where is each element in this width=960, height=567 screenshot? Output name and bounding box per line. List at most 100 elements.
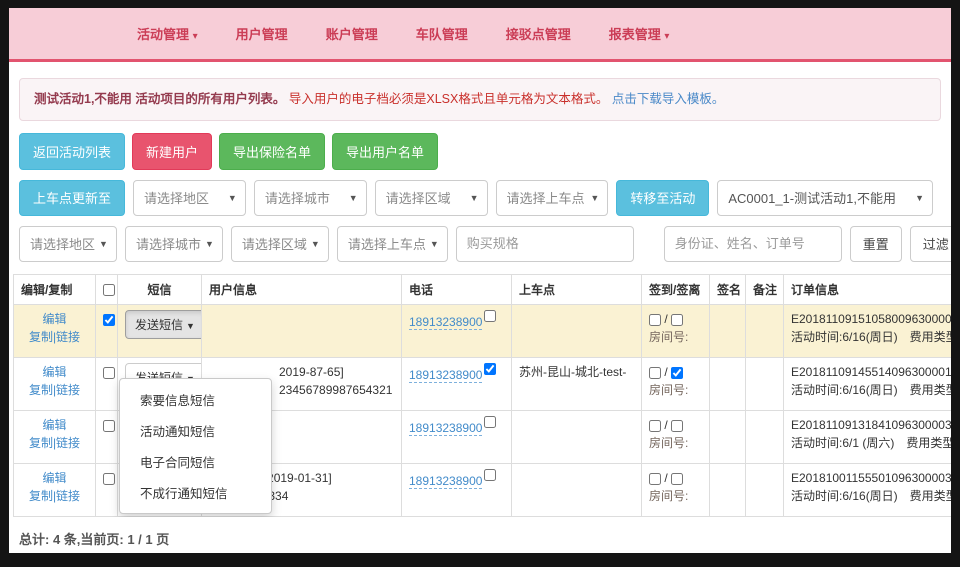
city-select-2[interactable]: 请选择城市▼ [125, 226, 223, 262]
phone-checkbox[interactable] [484, 363, 496, 375]
sms-menu-item-cancel-notice[interactable]: 不成行通知短信 [120, 477, 271, 508]
checkout-checkbox[interactable] [671, 314, 683, 326]
select-all-checkbox[interactable] [103, 284, 115, 296]
chevron-down-icon: ▾ [193, 31, 198, 42]
row-checkbox[interactable] [103, 367, 115, 379]
checkin-checkbox[interactable] [649, 420, 661, 432]
edit-link[interactable]: 编辑 [42, 312, 66, 326]
remark-cell [746, 304, 784, 357]
room-number-label: 房间号: [649, 489, 688, 503]
select-value: 请选择上车点 [348, 234, 426, 253]
phone-link[interactable]: 18913238900 [409, 474, 482, 489]
pickup-select[interactable]: 请选择上车点▼ [496, 180, 609, 216]
nav-item-shuttle-point-mgmt[interactable]: 接驳点管理 [506, 24, 571, 43]
nav-item-report-mgmt[interactable]: 报表管理 ▾ [609, 24, 670, 43]
select-value: 请选择区域 [386, 188, 451, 207]
copy-link[interactable]: 复制|链接 [29, 330, 80, 344]
phone-link[interactable]: 18913238900 [409, 368, 482, 383]
edit-link[interactable]: 编辑 [42, 365, 66, 379]
nav-label: 账户管理 [326, 27, 378, 42]
back-to-activities-button[interactable]: 返回活动列表 [19, 133, 125, 170]
phone-checkbox[interactable] [484, 469, 496, 481]
district-select[interactable]: 请选择区域▼ [375, 180, 488, 216]
col-order-info: 订单信息 [784, 274, 952, 304]
phone-link[interactable]: 18913238900 [409, 421, 482, 436]
copy-link[interactable]: 复制|链接 [29, 489, 80, 503]
signature-cell [710, 463, 746, 516]
checkin-checkbox[interactable] [649, 367, 661, 379]
region-select[interactable]: 请选择地区 ▼ [133, 180, 246, 216]
col-select-all [96, 274, 118, 304]
checkout-checkbox[interactable] [671, 420, 683, 432]
top-navbar: 活动管理 ▾ 用户管理 账户管理 车队管理 接驳点管理 报表管理 ▾ [9, 8, 951, 62]
phone-checkbox[interactable] [484, 416, 496, 428]
checkin-checkbox[interactable] [649, 314, 661, 326]
row-checkbox[interactable] [103, 420, 115, 432]
edit-link[interactable]: 编辑 [42, 418, 66, 432]
checkout-checkbox[interactable] [671, 473, 683, 485]
chevron-down-icon: ▼ [186, 321, 195, 331]
order-detail: 活动时间:6/16(周日) 费用类型 [791, 328, 951, 347]
phone-link[interactable]: 18913238900 [409, 315, 482, 330]
nav-item-fleet-mgmt[interactable]: 车队管理 [416, 24, 468, 43]
chevron-down-icon: ▼ [228, 193, 237, 203]
sms-menu-item-e-contract[interactable]: 电子合同短信 [120, 446, 271, 477]
sms-menu-item-request-info[interactable]: 索要信息短信 [120, 384, 271, 415]
chevron-down-icon: ▼ [99, 239, 108, 249]
chevron-down-icon: ▾ [664, 31, 669, 42]
select-value: 请选择上车点 [507, 188, 585, 207]
edit-link[interactable]: 编辑 [42, 471, 66, 485]
checkout-checkbox[interactable] [671, 367, 683, 379]
nav-item-activity-mgmt[interactable]: 活动管理 ▾ [137, 24, 198, 43]
export-users-button[interactable]: 导出用户名单 [332, 133, 438, 170]
search-input[interactable] [664, 226, 842, 262]
transfer-activity-button[interactable]: 转移至活动 [616, 180, 709, 216]
copy-link[interactable]: 复制|链接 [29, 383, 80, 397]
row-checkbox[interactable] [103, 473, 115, 485]
pagination-summary: 总计: 4 条,当前页: 1 / 1 页 [19, 529, 951, 548]
nav-item-account-mgmt[interactable]: 账户管理 [326, 24, 378, 43]
col-pickup: 上车点 [512, 274, 642, 304]
order-number: E20181001155501096300003 [791, 469, 951, 488]
export-insurance-button[interactable]: 导出保险名单 [219, 133, 325, 170]
row-checkbox[interactable] [103, 314, 115, 326]
chevron-down-icon: ▼ [349, 193, 358, 203]
app-page: 活动管理 ▾ 用户管理 账户管理 车队管理 接驳点管理 报表管理 ▾ 测试活动1… [9, 8, 951, 553]
checkin-checkbox[interactable] [649, 473, 661, 485]
remark-cell [746, 463, 784, 516]
reset-button[interactable]: 重置 [850, 226, 902, 262]
select-value: 请选择地区 [144, 188, 209, 207]
alert-activity-title: 测试活动1,不能用 活动项目的所有用户列表。 [34, 92, 285, 106]
select-value: 请选择城市 [265, 188, 330, 207]
download-template-link[interactable]: 点击下载导入模板。 [612, 92, 725, 106]
district-select-2[interactable]: 请选择区域▼ [231, 226, 329, 262]
target-activity-select[interactable]: AC0001_1-测试活动1,不能用▼ [717, 180, 933, 216]
copy-link[interactable]: 复制|链接 [29, 436, 80, 450]
spec-input[interactable] [456, 226, 634, 262]
pickup-select-2[interactable]: 请选择上车点▼ [337, 226, 448, 262]
city-select[interactable]: 请选择城市 ▼ [254, 180, 367, 216]
region-select-2[interactable]: 请选择地区▼ [19, 226, 117, 262]
sms-button-label: 发送短信 [135, 318, 183, 332]
update-pickup-button[interactable]: 上车点更新至 [19, 180, 125, 216]
room-number-label: 房间号: [649, 383, 688, 397]
search-filter-row: 请选择地区▼ 请选择城市▼ 请选择区域▼ 请选择上车点▼ 重置 过滤 [19, 226, 941, 262]
filter-button[interactable]: 过滤 [910, 226, 951, 262]
select-value: 请选择区域 [242, 234, 307, 253]
order-detail: 活动时间:6/1 (周六) 费用类型 [791, 434, 951, 453]
new-user-button[interactable]: 新建用户 [132, 133, 212, 170]
remark-cell [746, 410, 784, 463]
col-remark: 备注 [746, 274, 784, 304]
nav-item-user-mgmt[interactable]: 用户管理 [236, 24, 288, 43]
info-alert: 测试活动1,不能用 活动项目的所有用户列表。 导入用户的电子档必须是XLSX格式… [19, 78, 941, 121]
nav-label: 报表管理 [609, 27, 661, 42]
col-check-in-out: 签到/签离 [642, 274, 710, 304]
send-sms-button[interactable]: 发送短信▼ [125, 310, 202, 339]
table-header-row: 编辑/复制 短信 用户信息 电话 上车点 签到/签离 签名 备注 订单信息 [14, 274, 952, 304]
pickup-text: 苏州-昆山-城北-test- [519, 365, 626, 379]
col-edit-copy: 编辑/复制 [14, 274, 96, 304]
phone-checkbox[interactable] [484, 310, 496, 322]
nav-label: 接驳点管理 [506, 27, 571, 42]
col-sms: 短信 [118, 274, 202, 304]
sms-menu-item-activity-notice[interactable]: 活动通知短信 [120, 415, 271, 446]
